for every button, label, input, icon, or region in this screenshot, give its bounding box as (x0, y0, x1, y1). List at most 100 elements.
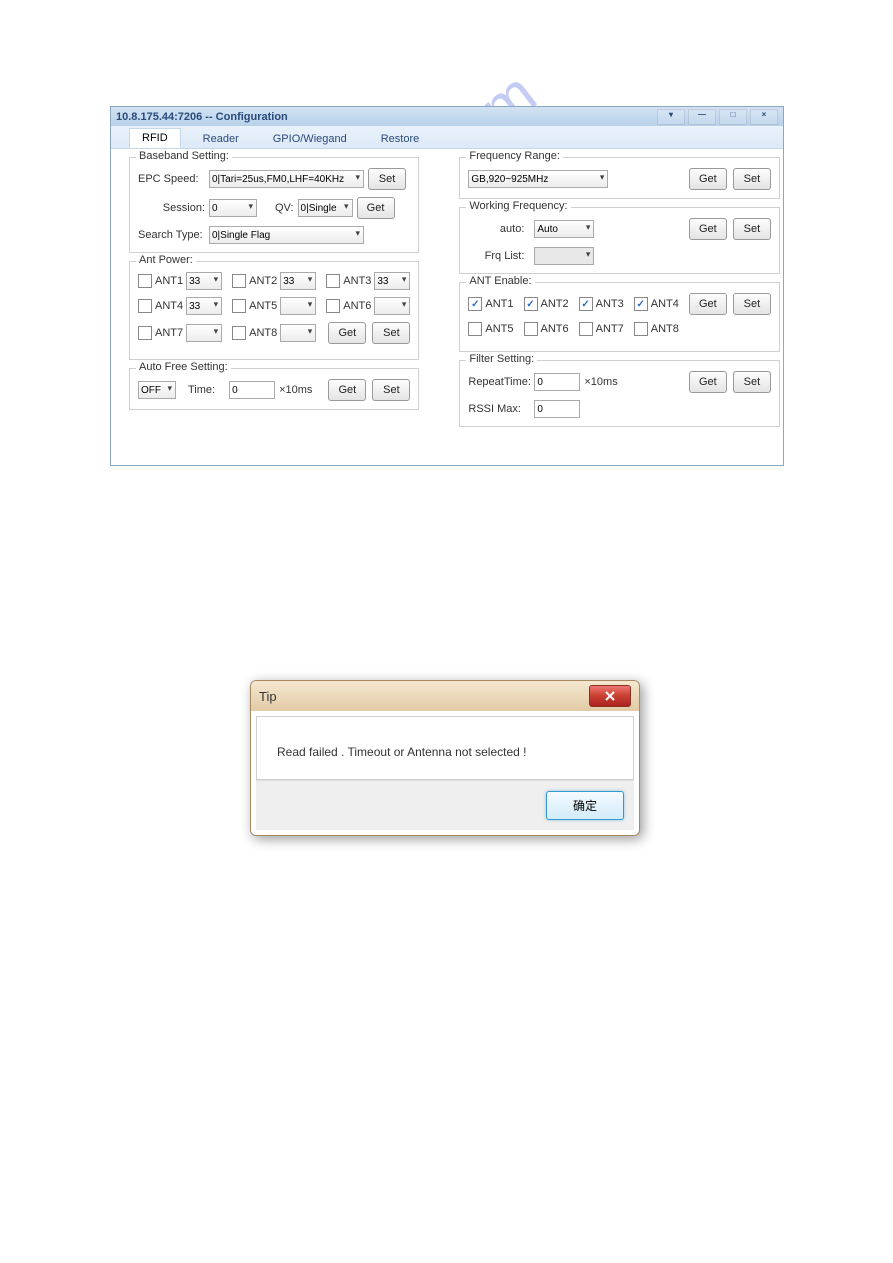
minimize-window-button[interactable]: — (688, 109, 716, 125)
ant4-power-select[interactable] (186, 297, 222, 315)
ant-enable-set-button[interactable]: Set (733, 293, 771, 315)
auto-free-off-select[interactable] (138, 381, 176, 399)
ant-enable-5-label: ANT5 (485, 323, 513, 335)
working-freq-set-button[interactable]: Set (733, 218, 771, 240)
dialog-close-button[interactable] (589, 685, 631, 707)
ant2-power-select[interactable] (280, 272, 316, 290)
freq-range-set-button[interactable]: Set (733, 168, 771, 190)
ant1-power-select[interactable] (186, 272, 222, 290)
ant-enable-3-checkbox[interactable]: ✓ (579, 297, 593, 311)
epc-speed-label: EPC Speed: (138, 173, 205, 185)
rssi-max-input[interactable] (534, 400, 580, 418)
baseband-title: Baseband Setting: (136, 150, 232, 162)
dialog-ok-button[interactable]: 确定 (546, 791, 624, 820)
freq-range-select[interactable] (468, 170, 608, 188)
filter-title: Filter Setting: (466, 353, 537, 365)
ant-power-set-button[interactable]: Set (372, 322, 410, 344)
frq-list-select[interactable] (534, 247, 594, 265)
search-type-label: Search Type: (138, 229, 205, 241)
dialog-footer: 确定 (256, 780, 634, 830)
ant-enable-6-label: ANT6 (541, 323, 569, 335)
working-freq-title: Working Frequency: (466, 200, 570, 212)
ant5-checkbox[interactable] (232, 299, 246, 313)
ant3-power-select[interactable] (374, 272, 410, 290)
ant-enable-title: ANT Enable: (466, 275, 534, 287)
epc-speed-select[interactable] (209, 170, 364, 188)
auto-free-unit: ×10ms (279, 384, 312, 396)
ant-enable-4-label: ANT4 (651, 298, 679, 310)
working-freq-group: Working Frequency: auto: Get Set Frq Lis… (459, 207, 780, 274)
dialog-title: Tip (259, 689, 277, 704)
search-type-select[interactable] (209, 226, 364, 244)
auto-select[interactable] (534, 220, 594, 238)
tab-rfid[interactable]: RFID (129, 128, 181, 148)
auto-label: auto: (468, 223, 524, 235)
ant1-label: ANT1 (155, 275, 183, 287)
baseband-get-button[interactable]: Get (357, 197, 395, 219)
ant-enable-5-checkbox[interactable] (468, 322, 482, 336)
tab-gpio-wiegand[interactable]: GPIO/Wiegand (261, 130, 359, 148)
ant-enable-get-button[interactable]: Get (689, 293, 727, 315)
window-title: 10.8.175.44:7206 -- Configuration (116, 111, 288, 123)
frq-list-label: Frq List: (468, 250, 524, 262)
qv-select[interactable] (298, 199, 353, 217)
tab-reader[interactable]: Reader (191, 130, 251, 148)
ant2-checkbox[interactable] (232, 274, 246, 288)
filter-set-button[interactable]: Set (733, 371, 771, 393)
close-window-button[interactable]: × (750, 109, 778, 125)
ant7-power-select[interactable] (186, 324, 222, 342)
ant-power-group: Ant Power: ANT1 ANT2 ANT3 ANT4 ANT5 ANT6… (129, 261, 419, 360)
repeat-time-label: RepeatTime: (468, 376, 530, 388)
baseband-set-button[interactable]: Set (368, 168, 406, 190)
repeat-unit: ×10ms (584, 376, 617, 388)
tab-restore[interactable]: Restore (369, 130, 432, 148)
auto-free-time-label: Time: (188, 384, 215, 396)
ant-enable-group: ANT Enable: ✓ANT1 ✓ANT2 ✓ANT3 ✓ANT4 Get … (459, 282, 780, 352)
ant-enable-4-checkbox[interactable]: ✓ (634, 297, 648, 311)
session-label: Session: (138, 202, 205, 214)
ant6-power-select[interactable] (374, 297, 410, 315)
ant-enable-7-label: ANT7 (596, 323, 624, 335)
dialog-titlebar: Tip (251, 681, 639, 711)
ant6-checkbox[interactable] (326, 299, 340, 313)
freq-range-get-button[interactable]: Get (689, 168, 727, 190)
ant-enable-1-checkbox[interactable]: ✓ (468, 297, 482, 311)
ant-power-title: Ant Power: (136, 254, 196, 266)
ant4-checkbox[interactable] (138, 299, 152, 313)
auto-free-group: Auto Free Setting: Time: ×10ms Get Set (129, 368, 419, 410)
ant-enable-1-label: ANT1 (485, 298, 513, 310)
ant-enable-2-label: ANT2 (541, 298, 569, 310)
config-window: 10.8.175.44:7206 -- Configuration ▾ — □ … (110, 106, 784, 466)
auto-free-get-button[interactable]: Get (328, 379, 366, 401)
ant8-checkbox[interactable] (232, 326, 246, 340)
repeat-time-input[interactable] (534, 373, 580, 391)
ant-enable-6-checkbox[interactable] (524, 322, 538, 336)
ant1-checkbox[interactable] (138, 274, 152, 288)
filter-get-button[interactable]: Get (689, 371, 727, 393)
ant6-label: ANT6 (343, 300, 371, 312)
dropdown-window-button[interactable]: ▾ (657, 109, 685, 125)
ant-enable-2-checkbox[interactable]: ✓ (524, 297, 538, 311)
freq-range-title: Frequency Range: (466, 150, 563, 162)
ant-enable-7-checkbox[interactable] (579, 322, 593, 336)
ant-enable-3-label: ANT3 (596, 298, 624, 310)
close-icon (604, 691, 616, 701)
ant3-checkbox[interactable] (326, 274, 340, 288)
ant-enable-8-checkbox[interactable] (634, 322, 648, 336)
session-select[interactable] (209, 199, 257, 217)
auto-free-title: Auto Free Setting: (136, 361, 231, 373)
ant-enable-8-label: ANT8 (651, 323, 679, 335)
auto-free-time-input[interactable] (229, 381, 275, 399)
ant8-label: ANT8 (249, 327, 277, 339)
ant7-label: ANT7 (155, 327, 183, 339)
filter-group: Filter Setting: RepeatTime: ×10ms Get Se… (459, 360, 780, 427)
ant8-power-select[interactable] (280, 324, 316, 342)
ant4-label: ANT4 (155, 300, 183, 312)
auto-free-set-button[interactable]: Set (372, 379, 410, 401)
ant5-power-select[interactable] (280, 297, 316, 315)
ant-power-get-button[interactable]: Get (328, 322, 366, 344)
maximize-window-button[interactable]: □ (719, 109, 747, 125)
window-titlebar: 10.8.175.44:7206 -- Configuration ▾ — □ … (111, 107, 783, 126)
working-freq-get-button[interactable]: Get (689, 218, 727, 240)
ant7-checkbox[interactable] (138, 326, 152, 340)
